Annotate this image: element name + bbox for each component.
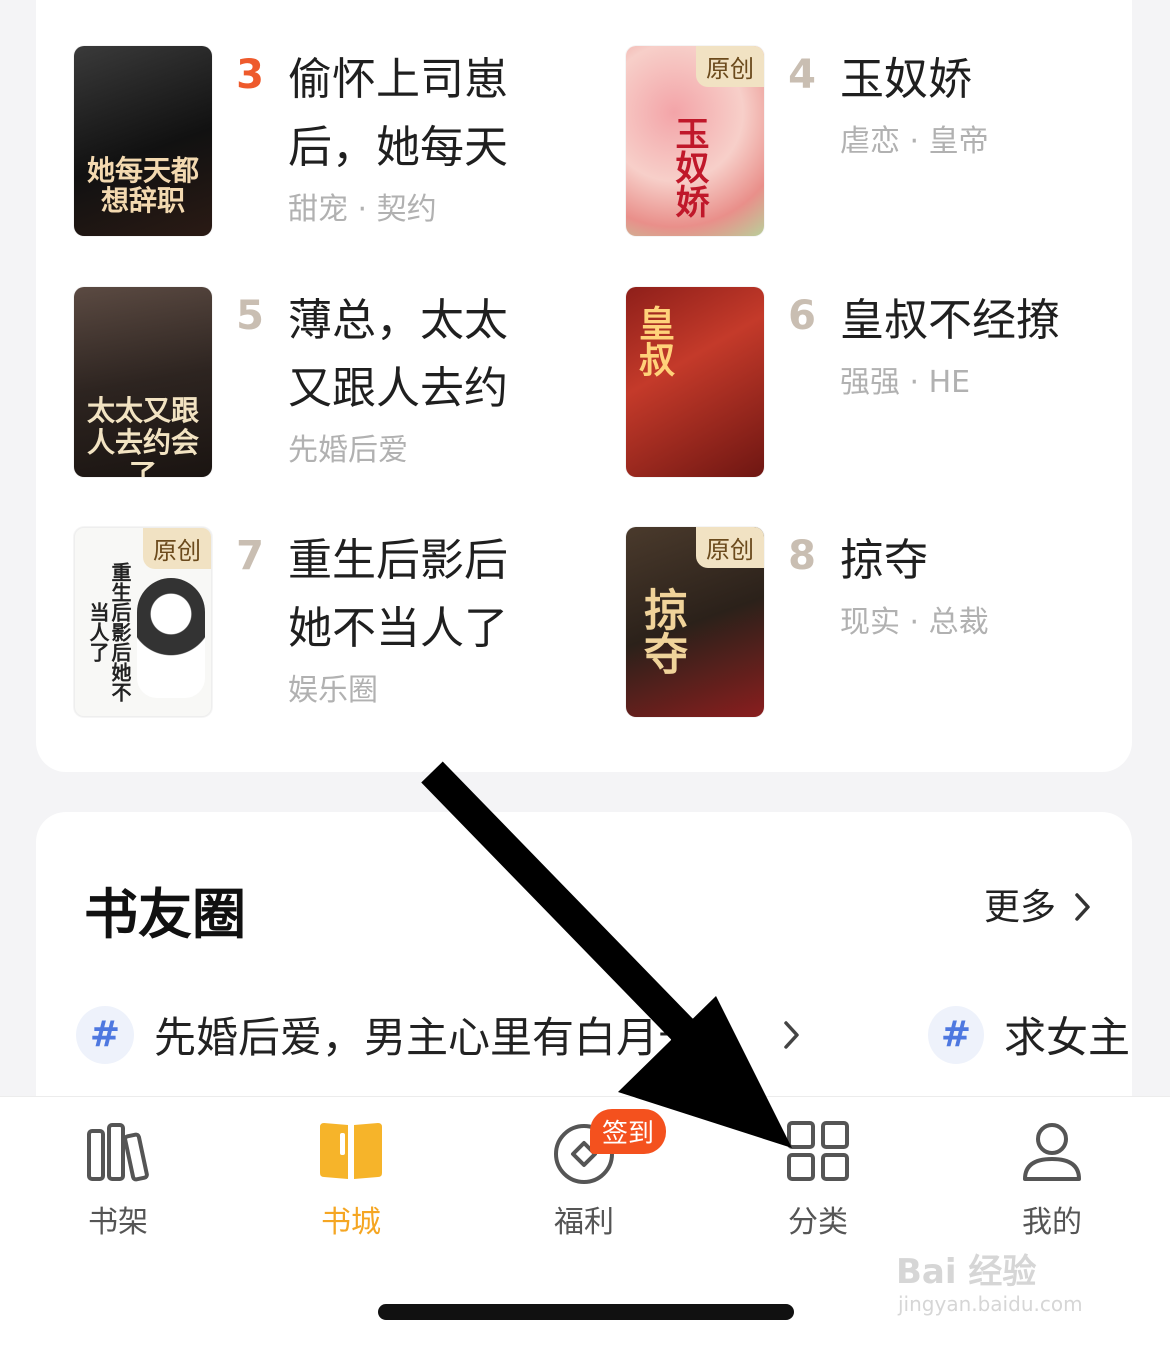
book-tags: 虐恋 · 皇帝 (840, 124, 989, 159)
book-cover[interactable]: 皇叔 (626, 287, 764, 477)
tab-welfare[interactable]: 福利 签到 (504, 1109, 667, 1241)
tab-label: 书城 (321, 1205, 381, 1240)
hashtag-icon: # (928, 1005, 984, 1064)
person-icon (1023, 1123, 1081, 1181)
more-link[interactable]: 更多 (984, 878, 1093, 930)
watermark-url: jingyan.baidu.com (898, 1292, 1083, 1316)
tab-label: 福利 (554, 1205, 614, 1240)
book-cover[interactable]: 原创 重生后影后她不当人了 (74, 527, 212, 717)
topic-text: 先婚后爱，男主心里有白月光... (154, 1013, 741, 1062)
chevron-right-icon (784, 1020, 799, 1049)
tab-bookshelf[interactable]: 书架 (38, 1119, 198, 1241)
book-tags: 先婚后爱 (288, 433, 408, 468)
book-tags: 现实 · 总裁 (840, 605, 989, 640)
cover-title: 玉奴娇 (669, 116, 709, 218)
book-title[interactable]: 皇叔不经撩 (840, 287, 1100, 355)
book-cover[interactable]: 太太又跟人去约会了 (74, 287, 212, 477)
signin-badge[interactable]: 签到 (590, 1109, 667, 1154)
topic-chip[interactable]: # 先婚后爱，男主心里有白月光... (76, 1004, 802, 1065)
topic-text: 求女主 (1003, 1013, 1130, 1062)
rank-number: 7 (236, 533, 264, 579)
cover-title: 重生后影后她不当人了 (86, 562, 132, 702)
tab-label: 我的 (1022, 1205, 1082, 1240)
original-badge: 原创 (143, 528, 211, 569)
book-item[interactable]: 原创 重生后影后她不当人了 7 重生后影后她不当人了 娱乐圈 (74, 527, 548, 717)
book-tags: 娱乐圈 (288, 673, 378, 708)
tab-bookstore[interactable]: 书城 (271, 1119, 431, 1241)
cat-illustration (137, 578, 205, 698)
tab-category[interactable]: 分类 (738, 1119, 898, 1241)
rank-number: 5 (236, 293, 264, 339)
cover-title: 皇叔 (633, 305, 675, 377)
book-title[interactable]: 玉奴娇 (840, 46, 1100, 114)
home-indicator (378, 1304, 794, 1320)
cover-title: 她每天都想辞职 (86, 154, 199, 217)
book-item[interactable]: 皇叔 6 皇叔不经撩 强强 · HE (626, 287, 1100, 477)
tab-label: 分类 (788, 1205, 848, 1240)
grid-icon (787, 1121, 849, 1181)
section-title: 书友圈 (84, 883, 246, 946)
more-label: 更多 (984, 887, 1057, 928)
cover-title: 太太又跟人去约会了 (86, 394, 199, 478)
book-title[interactable]: 重生后影后她不当人了 (288, 527, 548, 663)
book-cover[interactable]: 她每天都想辞职 (74, 46, 212, 236)
tab-mine[interactable]: 我的 (972, 1119, 1132, 1241)
tab-label: 书架 (88, 1205, 148, 1240)
book-cover[interactable]: 原创 玉奴娇 (626, 46, 764, 236)
book-title[interactable]: 偷怀上司崽后，她每天 (288, 46, 548, 182)
original-badge: 原创 (696, 527, 764, 568)
chevron-right-icon (1075, 893, 1091, 921)
book-item[interactable]: 太太又跟人去约会了 5 薄总，太太又跟人去约 先婚后爱 (74, 287, 548, 477)
original-badge: 原创 (696, 46, 764, 87)
rank-number: 4 (788, 52, 816, 98)
book-title[interactable]: 掠夺 (840, 527, 1100, 595)
cover-title: 掠夺 (636, 587, 687, 675)
book-item[interactable]: 她每天都想辞职 3 偷怀上司崽后，她每天 甜宠 · 契约 (74, 46, 548, 236)
hashtag-icon: # (76, 1005, 134, 1064)
watermark-logo: Bai 经验 (896, 1252, 1037, 1292)
rank-number: 6 (788, 293, 816, 339)
book-item[interactable]: 原创 玉奴娇 4 玉奴娇 虐恋 · 皇帝 (626, 46, 1100, 236)
book-tags: 强强 · HE (840, 365, 971, 400)
rank-number: 3 (236, 52, 264, 98)
topic-chip[interactable]: # 求女主 (928, 1004, 1130, 1065)
book-item[interactable]: 原创 掠夺 8 掠夺 现实 · 总裁 (626, 527, 1100, 717)
book-tags: 甜宠 · 契约 (288, 192, 437, 227)
bookshelf-icon (87, 1123, 149, 1182)
book-title[interactable]: 薄总，太太又跟人去约 (288, 287, 548, 423)
book-cover[interactable]: 原创 掠夺 (626, 527, 764, 717)
open-book-icon (320, 1123, 382, 1179)
rank-number: 8 (788, 533, 816, 579)
